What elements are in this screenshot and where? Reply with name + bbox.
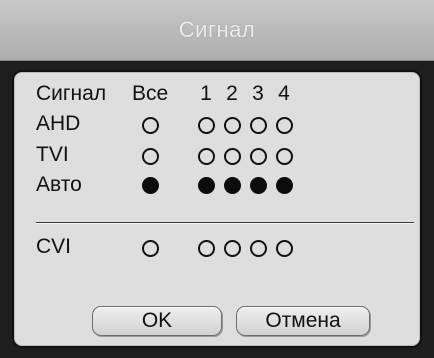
dialog-title: Сигнал <box>178 17 256 42</box>
ok-button[interactable]: OK <box>92 306 222 336</box>
radio-tvi-all[interactable] <box>142 148 159 165</box>
radio-ahd-ch4[interactable] <box>276 117 293 134</box>
radio-auto-ch2[interactable] <box>224 177 241 194</box>
radio-tvi-ch1[interactable] <box>198 148 215 165</box>
signal-dialog: Сигнал Сигнал Все 1 2 3 4 AHD TVI Авто C… <box>0 0 434 358</box>
row-label-auto: Авто <box>36 173 82 196</box>
radio-tvi-ch4[interactable] <box>276 148 293 165</box>
header-signal-label: Сигнал <box>36 82 107 105</box>
radio-cvi-all[interactable] <box>142 240 159 257</box>
radio-ahd-ch3[interactable] <box>250 117 267 134</box>
header-all-label: Все <box>132 82 169 105</box>
row-label-tvi: TVI <box>36 143 69 166</box>
dialog-titlebar: Сигнал <box>0 0 434 61</box>
radio-cvi-ch1[interactable] <box>198 240 215 257</box>
header-channel-1: 1 <box>200 82 212 105</box>
row-label-ahd: AHD <box>36 112 81 135</box>
radio-cvi-ch3[interactable] <box>250 240 267 257</box>
row-label-cvi: CVI <box>36 235 72 258</box>
radio-tvi-ch2[interactable] <box>224 148 241 165</box>
radio-auto-ch3[interactable] <box>250 177 267 194</box>
header-channel-4: 4 <box>278 82 290 105</box>
radio-tvi-ch3[interactable] <box>250 148 267 165</box>
signal-panel: Сигнал Все 1 2 3 4 AHD TVI Авто CVI OK О… <box>12 70 422 348</box>
radio-auto-ch4[interactable] <box>276 177 293 194</box>
header-channel-2: 2 <box>226 82 238 105</box>
header-channel-3: 3 <box>252 82 264 105</box>
radio-cvi-ch4[interactable] <box>276 240 293 257</box>
cancel-button[interactable]: Отмена <box>236 306 370 336</box>
radio-cvi-ch2[interactable] <box>224 240 241 257</box>
radio-ahd-all[interactable] <box>142 117 159 134</box>
radio-ahd-ch1[interactable] <box>198 117 215 134</box>
divider <box>36 222 414 224</box>
radio-auto-ch1[interactable] <box>198 177 215 194</box>
radio-auto-all[interactable] <box>142 177 159 194</box>
radio-ahd-ch2[interactable] <box>224 117 241 134</box>
